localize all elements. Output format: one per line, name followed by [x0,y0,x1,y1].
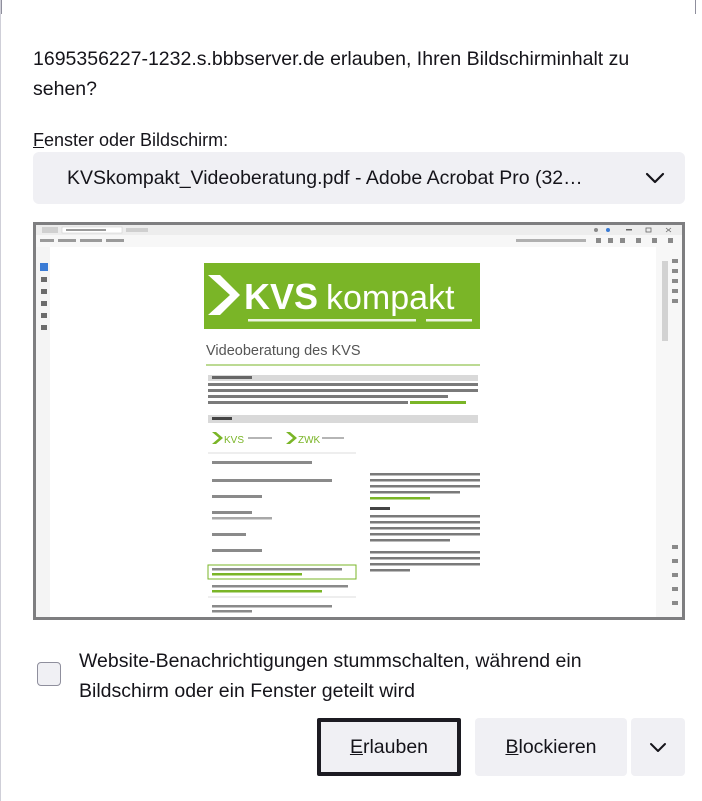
allow-button-accesskey: E [349,735,363,758]
preview-banner-brand-light: kompakt [326,279,455,317]
mute-notifications-checkbox[interactable] [37,662,61,686]
source-label: Fenster oder Bildschirm: [33,130,228,151]
preview-logo-kvs: KVS [224,435,244,446]
chevron-down-icon [650,742,666,752]
panel-edge-right [695,0,696,14]
mute-notifications-label: Website-Benachrichtigungen stummschalten… [79,650,582,702]
preview-banner-brand-bold: KVS [244,276,318,317]
screen-preview: KVS kompakt Videoberatung des KVS KVS ZW… [33,222,685,620]
more-options-button[interactable] [631,718,685,776]
preview-logo-zwk: ZWK [298,435,321,446]
panel-edge-left [1,0,2,14]
source-select-value: KVSkompakt_Videoberatung.pdf - Adobe Acr… [67,166,583,189]
block-button-label: lockieren [518,735,597,758]
source-label-accesskey: F [33,130,44,150]
block-button[interactable]: Blockieren [475,718,627,776]
preview-document-heading: Videoberatung des KVS [206,343,361,359]
allow-button[interactable]: Erlauben [317,718,461,776]
permission-message: 1695356227-1232.s.bbbserver.de erlauben,… [33,48,630,100]
allow-button-label: rlauben [362,735,429,758]
preview-thumbnail: KVS kompakt Videoberatung des KVS KVS ZW… [36,225,682,617]
share-screen-dialog: 1695356227-1232.s.bbbserver.de erlauben,… [0,0,702,801]
chevron-down-icon [645,172,665,184]
source-select[interactable]: KVSkompakt_Videoberatung.pdf - Adobe Acr… [33,152,685,204]
source-label-text: enster oder Bildschirm: [44,130,229,150]
block-button-accesskey: B [505,735,519,758]
